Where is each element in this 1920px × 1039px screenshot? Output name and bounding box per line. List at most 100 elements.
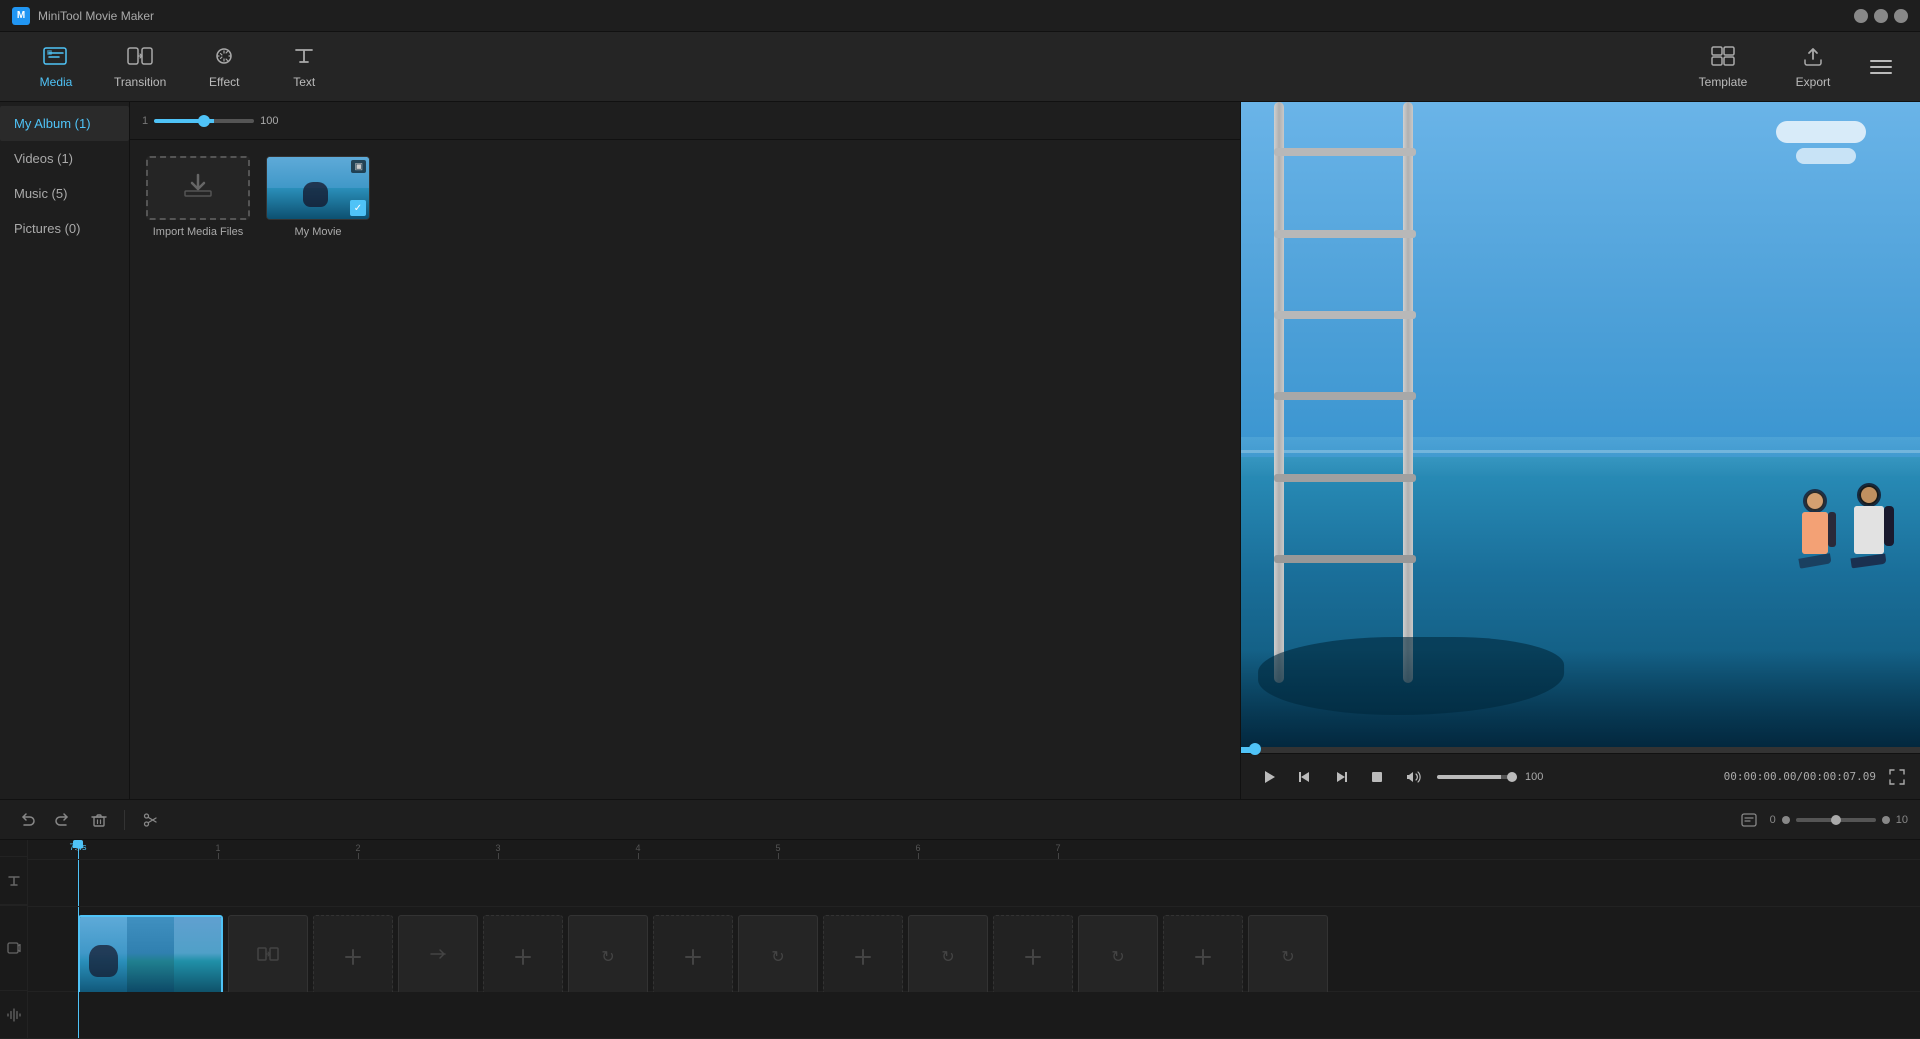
import-icon [180,167,216,210]
volume-slider[interactable] [1437,775,1517,779]
playhead-video-track [78,907,79,991]
tick-7 [1058,853,1059,859]
ruler-label-3: 3 [495,843,500,853]
sidebar-item-pictures[interactable]: Pictures (0) [0,211,129,246]
transition-icon-7: ↻ [1281,947,1294,967]
timecode-display: 00:00:00.00/00:00:07.09 [1724,770,1876,783]
toolbar-effect[interactable]: Effect [184,39,264,95]
zoom-dot[interactable] [1782,816,1790,824]
next-frame-button[interactable] [1325,761,1357,793]
restore-button[interactable]: ❐ [1874,9,1888,23]
zoom-dot-right[interactable] [1882,816,1890,824]
close-button[interactable]: ✕ [1894,9,1908,23]
add-clip-slot[interactable] [313,915,393,999]
transition-icon-4: ↻ [771,947,784,967]
transition-slot-4[interactable]: ↻ [738,915,818,999]
delete-button[interactable] [84,806,114,834]
zoom-left-value: 0 [1770,814,1776,826]
clip-frames [80,917,221,997]
transition-slot-2[interactable] [398,915,478,999]
tick-6 [918,853,919,859]
toolbar-media[interactable]: Media [16,39,96,95]
ruler-label-2: 2 [355,843,360,853]
toolbar-transition[interactable]: Transition [96,39,184,95]
media-panel: 1 100 Import Media Files [130,102,1240,799]
media-toolbar: 1 100 [130,102,1240,140]
import-media-item[interactable]: Import Media Files [146,156,250,238]
add-clip-slot-3[interactable] [653,915,733,999]
timeline: 0 1 2 3 4 5 6 7 7.4s [0,840,1920,1039]
stop-button[interactable] [1361,761,1393,793]
timeline-ruler: 0 1 2 3 4 5 6 7 7.4s [28,840,1920,860]
ruler-label-1: 1 [215,843,220,853]
divers-group [1799,485,1886,566]
transition-slot-6[interactable]: ↻ [1078,915,1158,999]
add-clip-slot-5[interactable] [993,915,1073,999]
text-track-label [0,857,27,905]
diver-2 [1851,485,1886,566]
export-label: Export [1796,75,1831,89]
sidebar-item-my-album[interactable]: My Album (1) [0,106,129,141]
media-grid: Import Media Files ▣ [130,140,1240,799]
play-button[interactable] [1253,761,1285,793]
playback-progress[interactable] [1241,747,1920,753]
diver-1 [1799,491,1831,566]
prev-frame-button[interactable] [1289,761,1321,793]
transition-label: Transition [114,75,166,89]
hamburger-menu[interactable] [1858,54,1904,80]
audio-track-row [28,992,1920,1039]
tick-2 [358,853,359,859]
preview-video [1241,102,1920,747]
audio-track-label [0,991,27,1039]
add-clip-slot-4[interactable] [823,915,903,999]
sidebar-item-videos[interactable]: Videos (1) [0,141,129,176]
transition-icon-6: ↻ [1111,947,1124,967]
add-clip-slot-2[interactable] [483,915,563,999]
preview-scene [1241,102,1920,747]
my-movie-item[interactable]: ▣ ✓ My Movie [266,156,370,238]
video-clip[interactable]: 🔊 [78,915,223,999]
tick-1 [218,853,219,859]
media-label: Media [40,75,73,89]
toolbar-export[interactable]: Export [1768,39,1858,95]
text-track-row [28,860,1920,907]
effect-icon [211,45,237,71]
transition-slot-7[interactable]: ↻ [1248,915,1328,999]
zoom-right-value: 10 [1896,814,1908,826]
menu-lines-icon [1870,60,1892,74]
video-track-row: 🔊 [28,907,1920,992]
toolbar-text[interactable]: Text [264,39,344,95]
progress-handle[interactable] [1249,743,1261,755]
volume-value: 100 [1525,771,1553,783]
boat-structure [1261,102,1519,683]
transition-slot-1[interactable] [228,915,308,999]
main-content: My Album (1) Videos (1) Music (5) Pictur… [0,102,1920,799]
zoom-range[interactable] [1796,818,1876,822]
window-controls: − ❐ ✕ [1854,9,1908,23]
transition-icon [127,45,153,71]
undo-button[interactable] [12,806,42,834]
cut-button[interactable] [135,806,165,834]
minimize-button[interactable]: − [1854,9,1868,23]
toolbar: Media Transition Effect Text [0,32,1920,102]
player-controls: 100 00:00:00.00/00:00:07.09 [1241,753,1920,799]
transition-slot-3[interactable]: ↻ [568,915,648,999]
toolbar-template[interactable]: Template [1678,39,1768,95]
volume-button[interactable] [1397,761,1429,793]
toolbar-separator-1 [124,810,125,830]
captions-button[interactable] [1734,806,1764,834]
my-movie-label: My Movie [294,226,341,238]
add-clip-slot-6[interactable] [1163,915,1243,999]
tick-5 [778,853,779,859]
clouds [1776,121,1866,164]
sidebar-item-music[interactable]: Music (5) [0,176,129,211]
fullscreen-button[interactable] [1886,766,1908,788]
redo-button[interactable] [48,806,78,834]
transition-slot-5[interactable]: ↻ [908,915,988,999]
transition-icon-2 [426,942,450,971]
playhead-text-track [78,860,79,906]
effect-label: Effect [209,75,239,89]
frame-2 [127,917,174,997]
zoom-range-input[interactable] [154,119,254,123]
check-badge: ✓ [350,200,366,216]
